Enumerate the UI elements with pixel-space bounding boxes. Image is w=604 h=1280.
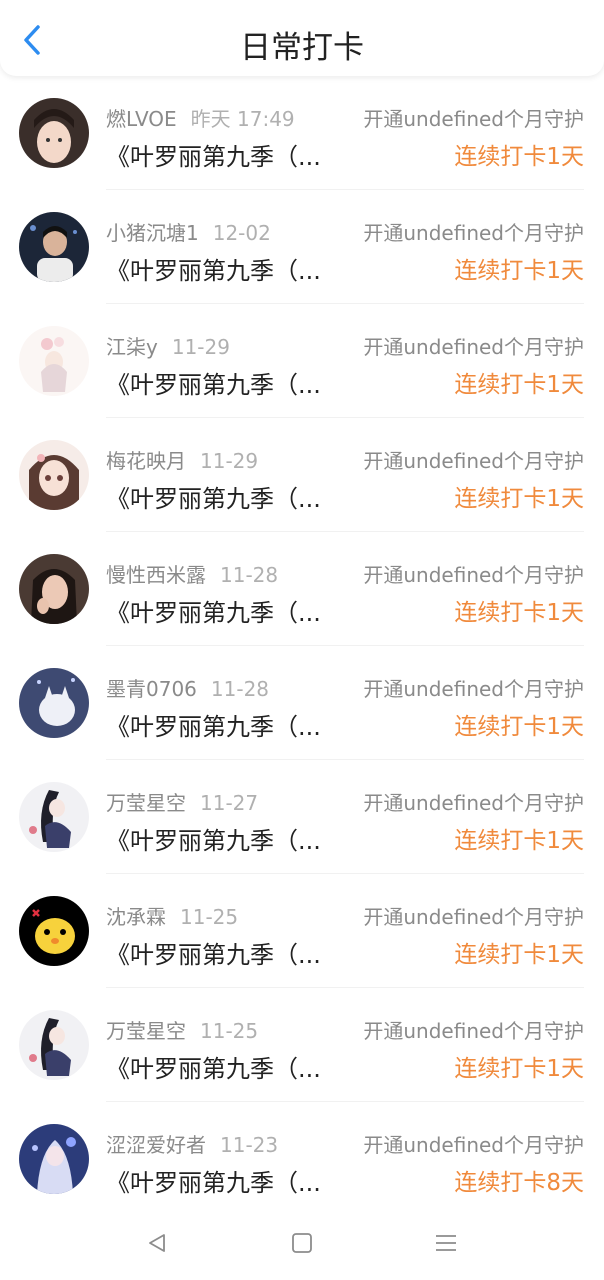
guard-status: 开通undefined个月守护 bbox=[363, 221, 584, 245]
checkin-date: 11-23 bbox=[220, 1133, 279, 1157]
user-name-row: 涩涩爱好者 11-23 bbox=[106, 1129, 278, 1158]
app-header: 日常打卡 bbox=[0, 0, 604, 76]
user-name-row: 慢性西米露 11-28 bbox=[106, 559, 278, 588]
checkin-list: 燃LVOE 昨天 17:49 开通undefined个月守护 《叶罗丽第九季（..… bbox=[0, 76, 604, 1216]
avatar[interactable] bbox=[19, 896, 89, 966]
avatar[interactable] bbox=[19, 98, 89, 168]
checkin-content: 《叶罗丽第九季（... bbox=[106, 713, 321, 741]
list-item[interactable]: 小猪沉塘1 12-02 开通undefined个月守护 《叶罗丽第九季（... 连… bbox=[0, 190, 604, 304]
streak-label: 连续打卡1天 bbox=[454, 828, 584, 854]
user-name: 燃LVOE bbox=[106, 107, 177, 131]
menu-icon bbox=[436, 1235, 456, 1251]
nav-home-button[interactable] bbox=[287, 1228, 317, 1258]
guard-status: 开通undefined个月守护 bbox=[363, 449, 584, 473]
checkin-content: 《叶罗丽第九季（... bbox=[106, 599, 321, 627]
avatar[interactable] bbox=[19, 1124, 89, 1194]
guard-status: 开通undefined个月守护 bbox=[363, 905, 584, 929]
checkin-date: 12-02 bbox=[212, 221, 271, 245]
avatar[interactable] bbox=[19, 212, 89, 282]
streak-label: 连续打卡8天 bbox=[454, 1170, 584, 1196]
user-name: 梅花映月 bbox=[106, 449, 186, 473]
square-home-icon bbox=[292, 1233, 312, 1253]
streak-label: 连续打卡1天 bbox=[454, 1056, 584, 1082]
streak-label: 连续打卡1天 bbox=[454, 714, 584, 740]
checkin-date: 11-25 bbox=[200, 1019, 259, 1043]
user-name-row: 墨青0706 11-28 bbox=[106, 673, 269, 702]
user-name: 小猪沉塘1 bbox=[106, 221, 199, 245]
checkin-date: 11-27 bbox=[200, 791, 259, 815]
user-name: 涩涩爱好者 bbox=[106, 1133, 206, 1157]
guard-status: 开通undefined个月守护 bbox=[363, 107, 584, 131]
user-name-row: 万莹星空 11-27 bbox=[106, 787, 258, 816]
guard-status: 开通undefined个月守护 bbox=[363, 1133, 584, 1157]
checkin-date: 11-29 bbox=[171, 335, 230, 359]
avatar[interactable] bbox=[19, 668, 89, 738]
user-name: 沈承霖 bbox=[106, 905, 166, 929]
avatar[interactable] bbox=[19, 1010, 89, 1080]
streak-label: 连续打卡1天 bbox=[454, 372, 584, 398]
nav-back-button[interactable] bbox=[142, 1228, 172, 1258]
guard-status: 开通undefined个月守护 bbox=[363, 1019, 584, 1043]
user-name-row: 小猪沉塘1 12-02 bbox=[106, 217, 271, 246]
user-name-row: 万莹星空 11-25 bbox=[106, 1015, 258, 1044]
user-name-row: 沈承霖 11-25 bbox=[106, 901, 238, 930]
guard-status: 开通undefined个月守护 bbox=[363, 563, 584, 587]
streak-label: 连续打卡1天 bbox=[454, 258, 584, 284]
checkin-date: 11-29 bbox=[200, 449, 259, 473]
checkin-content: 《叶罗丽第九季（... bbox=[106, 485, 321, 513]
user-name: 墨青0706 bbox=[106, 677, 197, 701]
user-name-row: 梅花映月 11-29 bbox=[106, 445, 258, 474]
user-name: 江柒y bbox=[106, 335, 158, 359]
system-nav-bar bbox=[0, 1210, 604, 1280]
list-item[interactable]: 江柒y 11-29 开通undefined个月守护 《叶罗丽第九季（... 连续打… bbox=[0, 304, 604, 418]
guard-status: 开通undefined个月守护 bbox=[363, 335, 584, 359]
user-name: 万莹星空 bbox=[106, 791, 186, 815]
triangle-back-icon bbox=[149, 1234, 165, 1252]
guard-status: 开通undefined个月守护 bbox=[363, 791, 584, 815]
list-item[interactable]: 涩涩爱好者 11-23 开通undefined个月守护 《叶罗丽第九季（... 连… bbox=[0, 1102, 604, 1216]
avatar[interactable] bbox=[19, 554, 89, 624]
avatar[interactable] bbox=[19, 326, 89, 396]
list-item[interactable]: 慢性西米露 11-28 开通undefined个月守护 《叶罗丽第九季（... 连… bbox=[0, 532, 604, 646]
streak-label: 连续打卡1天 bbox=[454, 144, 584, 170]
checkin-content: 《叶罗丽第九季（... bbox=[106, 941, 321, 969]
checkin-date: 11-28 bbox=[210, 677, 270, 701]
checkin-content: 《叶罗丽第九季（... bbox=[106, 143, 321, 171]
checkin-content: 《叶罗丽第九季（... bbox=[106, 827, 321, 855]
user-name: 万莹星空 bbox=[106, 1019, 186, 1043]
checkin-content: 《叶罗丽第九季（... bbox=[106, 1055, 321, 1083]
user-name-row: 燃LVOE 昨天 17:49 bbox=[106, 103, 295, 132]
guard-status: 开通undefined个月守护 bbox=[363, 677, 584, 701]
list-item[interactable]: 墨青0706 11-28 开通undefined个月守护 《叶罗丽第九季（... … bbox=[0, 646, 604, 760]
streak-label: 连续打卡1天 bbox=[454, 600, 584, 626]
user-name: 慢性西米露 bbox=[106, 563, 206, 587]
list-item[interactable]: 梅花映月 11-29 开通undefined个月守护 《叶罗丽第九季（... 连续… bbox=[0, 418, 604, 532]
checkin-content: 《叶罗丽第九季（... bbox=[106, 371, 321, 399]
checkin-date: 11-28 bbox=[220, 563, 279, 587]
list-item[interactable]: 万莹星空 11-25 开通undefined个月守护 《叶罗丽第九季（... 连续… bbox=[0, 988, 604, 1102]
checkin-content: 《叶罗丽第九季（... bbox=[106, 1169, 321, 1197]
streak-label: 连续打卡1天 bbox=[454, 486, 584, 512]
list-item[interactable]: 燃LVOE 昨天 17:49 开通undefined个月守护 《叶罗丽第九季（..… bbox=[0, 76, 604, 190]
nav-menu-button[interactable] bbox=[431, 1228, 461, 1258]
list-item[interactable]: 万莹星空 11-27 开通undefined个月守护 《叶罗丽第九季（... 连续… bbox=[0, 760, 604, 874]
list-item[interactable]: 沈承霖 11-25 开通undefined个月守护 《叶罗丽第九季（... 连续打… bbox=[0, 874, 604, 988]
page-title: 日常打卡 bbox=[240, 30, 364, 66]
checkin-date: 11-25 bbox=[180, 905, 239, 929]
avatar[interactable] bbox=[19, 782, 89, 852]
checkin-content: 《叶罗丽第九季（... bbox=[106, 257, 321, 285]
avatar[interactable] bbox=[19, 440, 89, 510]
streak-label: 连续打卡1天 bbox=[454, 942, 584, 968]
checkin-date: 昨天 17:49 bbox=[190, 107, 295, 131]
user-name-row: 江柒y 11-29 bbox=[106, 331, 230, 360]
